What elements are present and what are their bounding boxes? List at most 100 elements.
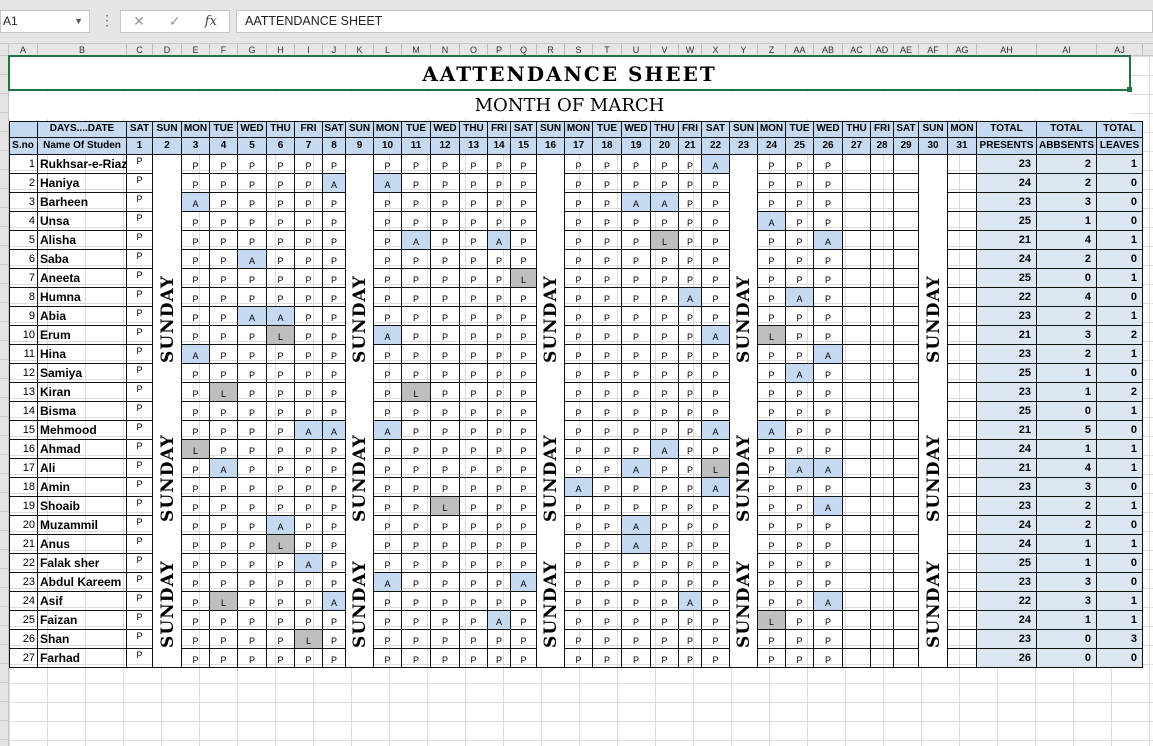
student-name[interactable]: Abdul Kareem <box>38 573 127 592</box>
attendance-cell[interactable]: P <box>374 535 402 554</box>
student-name[interactable]: Humna <box>38 288 127 307</box>
attendance-cell[interactable]: P <box>565 649 593 668</box>
attendance-cell[interactable]: P <box>323 554 346 573</box>
column-header[interactable]: P <box>488 44 511 56</box>
attendance-cell[interactable]: P <box>593 592 622 611</box>
date-header[interactable]: 4 <box>210 138 238 155</box>
row-header[interactable] <box>0 208 9 227</box>
attendance-cell[interactable]: P <box>593 345 622 364</box>
attendance-cell[interactable] <box>948 497 977 516</box>
attendance-cell[interactable] <box>871 554 894 573</box>
attendance-cell[interactable]: A <box>622 193 651 212</box>
attendance-cell[interactable]: P <box>295 212 323 231</box>
attendance-cell[interactable] <box>948 269 977 288</box>
attendance-cell[interactable]: P <box>402 326 431 345</box>
total-cell[interactable]: 1 <box>1097 345 1143 364</box>
attendance-cell[interactable]: P <box>460 497 488 516</box>
attendance-cell[interactable] <box>843 345 871 364</box>
attendance-cell[interactable]: P <box>460 155 488 174</box>
formula-input[interactable]: AATTENDANCE SHEET <box>236 10 1153 33</box>
total-cell[interactable]: 0 <box>1097 478 1143 497</box>
sheet-title[interactable]: AATTENDANCE SHEET <box>8 55 1132 92</box>
row-number[interactable]: 1 <box>9 155 38 174</box>
date-header[interactable]: 21 <box>679 138 702 155</box>
attendance-cell[interactable]: P <box>702 383 730 402</box>
day-header[interactable]: FRI <box>679 121 702 138</box>
attendance-cell[interactable]: P <box>622 155 651 174</box>
attendance-cell[interactable]: P <box>593 573 622 592</box>
total-cell[interactable]: 3 <box>1037 193 1097 212</box>
attendance-cell[interactable]: P <box>758 459 786 478</box>
attendance-cell[interactable]: A <box>238 307 267 326</box>
attendance-cell[interactable]: P <box>593 326 622 345</box>
attendance-cell[interactable]: P <box>565 250 593 269</box>
attendance-cell[interactable]: P <box>702 649 730 668</box>
total-cell[interactable]: 1 <box>1037 383 1097 402</box>
attendance-cell[interactable]: P <box>511 440 537 459</box>
attendance-cell[interactable]: A <box>182 193 210 212</box>
attendance-cell[interactable]: P <box>622 592 651 611</box>
total-cell[interactable]: 1 <box>1037 212 1097 231</box>
attendance-cell[interactable]: P <box>127 364 153 383</box>
attendance-cell[interactable]: P <box>758 383 786 402</box>
attendance-cell[interactable]: P <box>323 269 346 288</box>
attendance-cell[interactable]: P <box>402 630 431 649</box>
attendance-cell[interactable]: L <box>210 383 238 402</box>
attendance-cell[interactable]: P <box>814 383 843 402</box>
attendance-cell[interactable]: P <box>679 516 702 535</box>
attendance-cell[interactable]: P <box>210 535 238 554</box>
row-number[interactable]: 2 <box>9 174 38 193</box>
attendance-cell[interactable]: P <box>511 402 537 421</box>
attendance-cell[interactable]: P <box>488 307 511 326</box>
attendance-cell[interactable]: A <box>622 459 651 478</box>
attendance-cell[interactable]: P <box>651 155 679 174</box>
attendance-cell[interactable]: P <box>295 345 323 364</box>
attendance-cell[interactable]: P <box>238 554 267 573</box>
attendance-cell[interactable] <box>843 174 871 193</box>
attendance-cell[interactable]: P <box>758 497 786 516</box>
attendance-cell[interactable] <box>871 421 894 440</box>
date-header[interactable]: 17 <box>565 138 593 155</box>
row-header[interactable] <box>0 170 9 189</box>
attendance-cell[interactable]: P <box>679 497 702 516</box>
attendance-cell[interactable]: P <box>431 478 460 497</box>
attendance-cell[interactable] <box>843 212 871 231</box>
row-number[interactable]: 9 <box>9 307 38 326</box>
column-header[interactable]: Y <box>730 44 758 56</box>
attendance-cell[interactable]: P <box>182 649 210 668</box>
attendance-cell[interactable] <box>894 326 919 345</box>
day-header[interactable]: WED <box>622 121 651 138</box>
attendance-cell[interactable]: P <box>651 212 679 231</box>
attendance-cell[interactable]: P <box>786 535 814 554</box>
row-header[interactable] <box>0 341 9 360</box>
attendance-cell[interactable]: L <box>651 231 679 250</box>
attendance-cell[interactable]: P <box>511 193 537 212</box>
attendance-cell[interactable]: P <box>814 554 843 573</box>
column-header[interactable]: C <box>127 44 153 56</box>
attendance-cell[interactable]: P <box>238 516 267 535</box>
attendance-cell[interactable] <box>843 554 871 573</box>
day-header[interactable]: SAT <box>127 121 153 138</box>
attendance-cell[interactable]: P <box>488 174 511 193</box>
date-header[interactable]: 12 <box>431 138 460 155</box>
attendance-cell[interactable]: P <box>488 497 511 516</box>
row-number[interactable]: 5 <box>9 231 38 250</box>
student-name[interactable]: Alisha <box>38 231 127 250</box>
attendance-cell[interactable]: P <box>651 174 679 193</box>
attendance-cell[interactable] <box>894 497 919 516</box>
attendance-cell[interactable]: P <box>210 193 238 212</box>
total-cell[interactable]: 1 <box>1097 592 1143 611</box>
column-header[interactable]: R <box>537 44 565 56</box>
attendance-cell[interactable] <box>948 383 977 402</box>
attendance-cell[interactable]: P <box>374 459 402 478</box>
student-name[interactable]: Barheen <box>38 193 127 212</box>
attendance-cell[interactable] <box>871 649 894 668</box>
attendance-cell[interactable]: P <box>679 535 702 554</box>
attendance-cell[interactable] <box>948 459 977 478</box>
total-cell[interactable]: 2 <box>1037 155 1097 174</box>
attendance-cell[interactable]: P <box>238 630 267 649</box>
total-cell[interactable]: 0 <box>1097 573 1143 592</box>
attendance-cell[interactable]: P <box>127 516 153 535</box>
total-cell[interactable]: 0 <box>1037 649 1097 668</box>
attendance-cell[interactable]: P <box>267 649 295 668</box>
